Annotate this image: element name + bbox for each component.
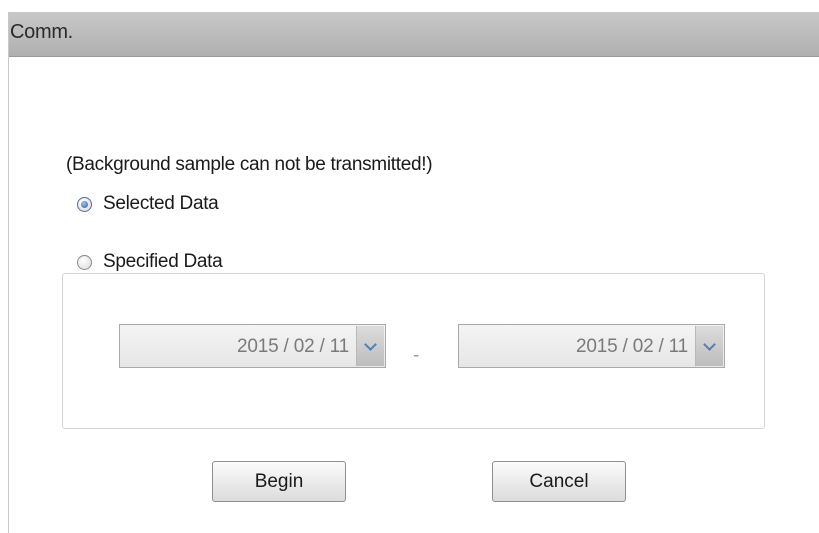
transmit-notice: (Background sample can not be transmitte… [66, 154, 433, 175]
selected-data-radio[interactable] [77, 196, 92, 212]
chevron-down-icon [703, 337, 716, 351]
end-date-dropdown-button[interactable] [695, 326, 723, 366]
start-date-value: 2015 / 02 / 11 [237, 336, 349, 357]
specified-data-radio[interactable] [77, 254, 92, 270]
cancel-button[interactable]: Cancel [492, 461, 626, 502]
selected-data-label: Selected Data [103, 193, 219, 214]
chevron-down-icon [364, 337, 377, 351]
end-date-picker[interactable]: 2015 / 02 / 11 [458, 324, 725, 368]
option-specified-data[interactable]: Specified Data [77, 251, 223, 273]
begin-button[interactable]: Begin [212, 461, 346, 502]
end-date-value: 2015 / 02 / 11 [576, 336, 688, 357]
start-date-dropdown-button[interactable] [356, 326, 384, 366]
title-bar[interactable]: Comm. [9, 12, 819, 57]
specified-data-label: Specified Data [103, 251, 223, 272]
window-title: Comm. [10, 21, 73, 43]
start-date-picker[interactable]: 2015 / 02 / 11 [119, 324, 386, 368]
date-range-separator: - [413, 345, 420, 366]
option-selected-data[interactable]: Selected Data [77, 193, 219, 215]
